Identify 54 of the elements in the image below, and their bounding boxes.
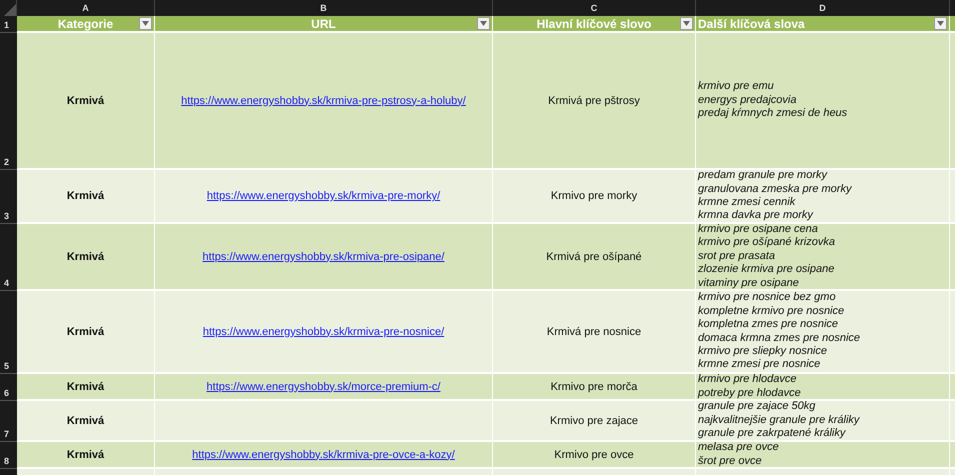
keyword-text: kompletne krmivo pre nosnice xyxy=(698,304,844,318)
keyword-cell: Krmivo pre morča xyxy=(493,374,696,401)
keyword-text: krmivo pre emu xyxy=(698,80,774,94)
keyword-text: energys predajcovia xyxy=(698,94,796,108)
keyword-text: srot pre prasata xyxy=(698,250,776,264)
keyword-text: krmna davka pre morky xyxy=(698,209,813,223)
keyword-text: krmne zmesi pre nosnice xyxy=(698,358,820,372)
url-link[interactable]: https://www.energyshobby.sk/morce-premium-c/ xyxy=(206,380,440,392)
filter-dropdown-icon[interactable] xyxy=(934,17,947,30)
keyword-text: krmivo pre sliepky nosnice xyxy=(698,344,827,358)
url-link[interactable]: https://www.energyshobby.sk/krmiva-pre-morky/ xyxy=(206,190,440,202)
keyword-text: krmivo pre ošípané krizovka xyxy=(698,236,835,250)
category-cell: Krmivá xyxy=(17,374,155,401)
keyword-text: predaj kŕmnych zmesi de heus xyxy=(698,107,848,121)
keyword-text: vitaminy pre osipane xyxy=(698,276,799,290)
corner-triangle-icon xyxy=(4,4,16,16)
url-link[interactable]: https://www.energyshobby.sk/krmiva-pre-ovce-a-kozy/ xyxy=(192,448,455,460)
category-cell: Krmivá xyxy=(17,170,155,224)
keyword-text: granulovana zmeska pre morky xyxy=(698,182,852,196)
keyword-text: predam granule pre morky xyxy=(698,169,828,183)
url-link[interactable]: https://www.energyshobby.sk/krmiva-pre-osipane/ xyxy=(202,250,444,262)
keyword-text: granule pre zajace 50kg xyxy=(698,400,816,414)
header-text: URL xyxy=(311,16,336,30)
keyword-text: melasa pre ovce xyxy=(698,441,779,454)
keyword-text: krmivo pre nosnice bez gmo xyxy=(698,291,836,305)
filter-dropdown-icon[interactable] xyxy=(680,17,693,30)
url-link[interactable]: https://www.energyshobby.sk/krmiva-pre-pstrosy-a-holuby/ xyxy=(181,94,466,106)
keyword-cell: Krmivá pre pštrosy xyxy=(493,33,696,170)
header-text: Hlavní klíčové slovo xyxy=(536,16,652,30)
keyword-text: krmivo pre osipane cena xyxy=(698,222,818,236)
keyword-cell: Krmivá pre nosnice xyxy=(493,291,696,374)
category-cell: Krmivá xyxy=(17,442,155,469)
category-cell: Krmivá xyxy=(17,291,155,374)
keyword-text: najkvalitnejšie granule pre králiky xyxy=(698,414,860,428)
header-text: Kategorie xyxy=(58,16,114,30)
keyword-cell: Krmivá pre ošípané xyxy=(493,224,696,291)
header-text: Další klíčová slova xyxy=(698,16,805,30)
keyword-text: šrot pre ovce xyxy=(698,454,762,468)
keyword-text: potreby pre hlodavce xyxy=(698,386,801,400)
category-cell: Krmivá xyxy=(17,33,155,170)
keyword-text: granule pre zakrpatené králiky xyxy=(698,427,846,441)
keyword-cell: Krmivo pre ovce xyxy=(493,442,696,469)
filter-dropdown-icon[interactable] xyxy=(477,17,490,30)
keyword-cell: Krmivo pre zajace xyxy=(493,401,696,442)
category-cell: Krmivá xyxy=(17,224,155,291)
filter-dropdown-icon[interactable] xyxy=(139,17,152,30)
keyword-text: domaca krmna zmes pre nosnice xyxy=(698,332,860,345)
keyword-text: zlozenie krmiva pre osipane xyxy=(698,263,834,277)
url-link[interactable]: https://www.energyshobby.sk/krmiva-pre-nosnice/ xyxy=(202,326,444,338)
keyword-cell: Krmivo pre morky xyxy=(493,170,696,224)
category-cell: Krmivá xyxy=(17,401,155,442)
keyword-text: krmne zmesi cennik xyxy=(698,196,796,210)
keyword-text: kompletna zmes pre nosnice xyxy=(698,318,838,332)
keyword-text: krmivo pre hlodavce xyxy=(698,373,796,386)
